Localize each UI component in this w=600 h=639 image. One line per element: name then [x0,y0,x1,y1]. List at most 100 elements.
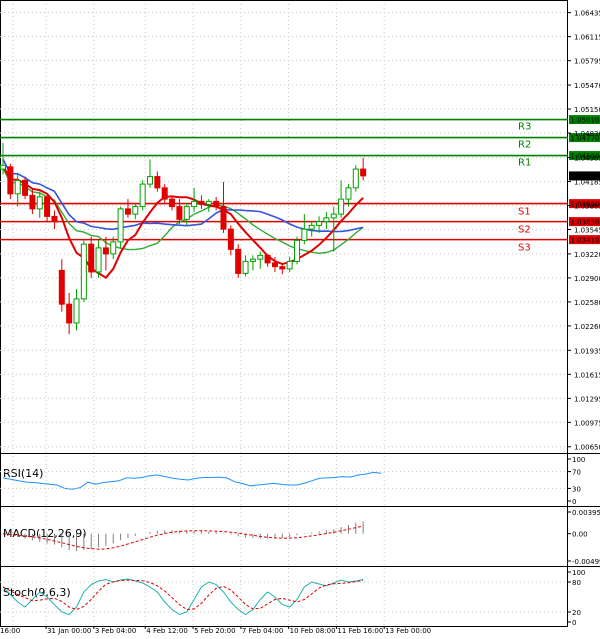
candle [7,163,14,200]
candle [139,180,146,211]
time-tick-label: 7 Feb 04:00 [242,627,283,635]
candle [58,259,65,312]
price-tick-label: 1.03545 [574,227,600,235]
price-tick-label: 1.02900 [574,275,600,283]
candle-body [22,179,29,196]
rsi-tick-label: 0 [572,498,576,506]
candle [242,255,249,277]
candle-body [14,179,21,195]
candle [132,202,139,220]
candle-body [29,194,36,210]
candle [154,171,161,192]
candle-body [88,243,95,273]
rsi-tick-label: 100 [572,456,585,464]
candle-body [345,187,352,200]
price-tick-label: 1.01935 [574,347,600,355]
level-name-s3: S3 [518,243,531,254]
price-tick-label: 1.06115 [574,34,600,42]
candle-body [73,298,80,324]
candle [14,172,21,207]
candle-body [271,262,278,268]
time-tick-label: 31 Jan 00:00 [47,627,91,635]
time-tick-label: 4 Feb 12:00 [146,627,187,635]
time-tick-label: 3 Feb 04:00 [95,627,136,635]
time-tick-label: 5 Feb 20:00 [194,627,235,635]
candle [264,253,271,267]
candle-body [227,228,234,250]
candle [95,240,102,278]
candle-body [132,206,139,215]
candle [117,206,124,248]
candle [308,221,315,237]
candle [44,195,51,222]
rsi-line [2,471,382,490]
level-price-label: 1.03650 [571,219,600,227]
time-tick-label: 10 Feb 08:00 [290,627,336,635]
candle-body [66,303,73,324]
candle [249,255,256,271]
candle-body [220,206,227,230]
rsi-tick-label: 30 [572,485,581,493]
level-name-r1: R1 [518,158,531,169]
macd-tick-label: 0.003955 [572,509,600,517]
macd-tick-label: 0.00 [572,531,588,539]
price-tick-label: 1.03220 [574,251,600,259]
stoch-tick-label: 80 [572,579,581,587]
candle-body [161,187,168,200]
candle [147,159,153,188]
stoch-tick-label: 100 [572,569,585,577]
candle-body [58,269,65,305]
price-tick-label: 1.05470 [574,82,600,90]
candle [124,199,131,218]
time-tick-label: 13 Feb 00:00 [385,627,431,635]
candle-body [242,260,249,274]
forex-chart[interactable]: R3 1.05010 R2 1.04770 R1 1.04530 S1 1.03890 S2 1.… [0,0,600,635]
candle [227,225,234,256]
candle [301,214,308,245]
candle-body [139,183,146,208]
level-name-s1: S1 [518,207,531,218]
price-tick-label: 1.00975 [574,419,600,427]
candle-body [264,254,271,264]
candle-body [323,217,330,223]
candle-body [124,208,131,215]
time-axis: 16:00 31 Jan 00:00 3 Feb 04:00 4 Feb 12:00 5… [0,626,568,635]
candle-body [205,200,212,205]
candle [220,181,227,233]
candle-body [80,243,87,300]
macd-tick-label: -0.004995 [572,558,600,566]
candle [294,236,300,265]
price-tick-label: 1.05150 [574,106,600,114]
candle [235,244,242,278]
candle-body [257,254,264,260]
macd-label: MACD(12,26,9) [3,527,87,540]
price-tick-label: 1.01295 [574,395,600,403]
price-tick-label: 1.06435 [574,10,600,18]
rsi-tick-label: 70 [572,469,581,477]
candle-body [95,247,102,273]
candle-body [294,239,300,262]
candle-body [360,168,367,177]
candle-body [198,200,205,205]
candle-body [316,221,323,226]
candle-body [213,200,220,208]
stoch-tick-label: 0 [572,619,576,627]
price-tick-label: 1.02260 [574,323,600,331]
price-tick-label: 1.05795 [574,58,600,66]
candle-body [330,213,337,219]
candle-body [352,168,359,189]
candle-body [183,206,190,220]
candle-body [279,266,286,270]
candle-body [0,164,6,170]
candle-body [191,200,198,208]
candle [73,289,80,331]
candle [66,292,73,335]
candlesticks [0,142,367,335]
candle-body [169,198,176,208]
candle [80,240,87,302]
candle-body [249,258,256,262]
candle-body [154,176,161,189]
price-axis: 1.06435 1.06115 1.05795 1.05470 1.05150 1.048… [568,10,600,452]
candle-body [308,224,315,230]
candle [169,195,176,211]
